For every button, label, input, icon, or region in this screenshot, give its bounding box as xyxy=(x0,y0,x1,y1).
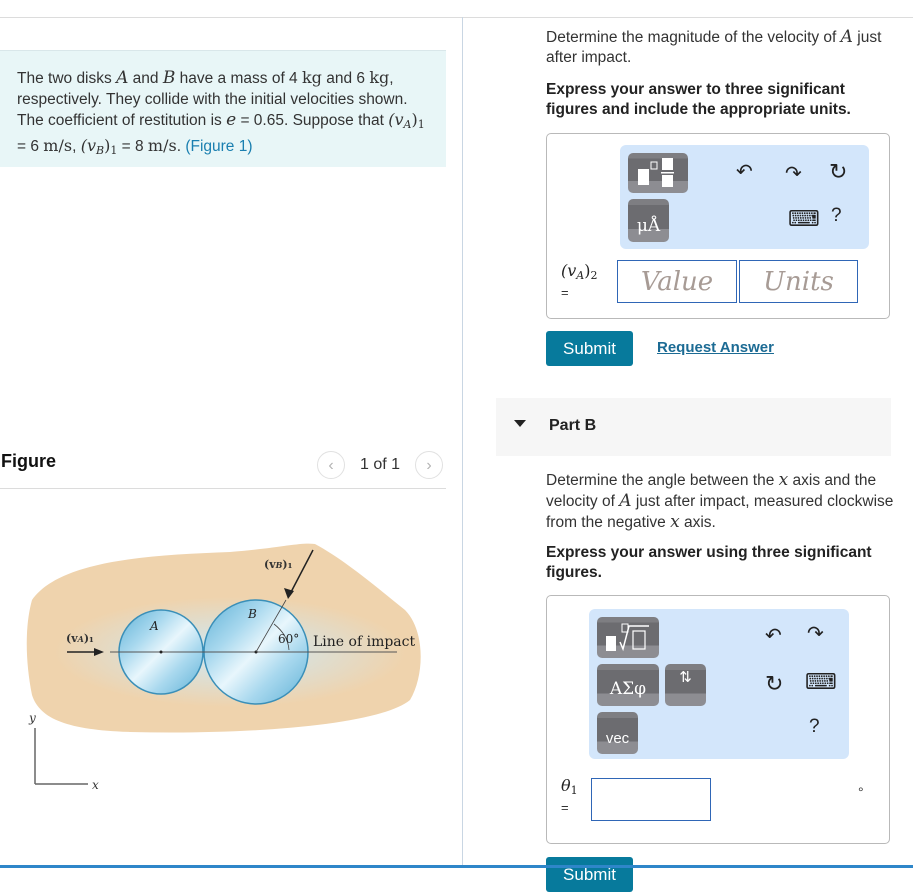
problem-text: = 6 xyxy=(17,137,44,155)
part-a-submit-button[interactable]: Submit xyxy=(546,331,633,366)
part-b-answer-box: ΑΣφ ⇅ vec ↶ ↷ ↻ ⌨ ? θ1 = ° xyxy=(546,595,890,844)
question-text: Determine the magnitude of the velocity … xyxy=(546,29,841,46)
template-button[interactable] xyxy=(597,617,659,658)
var-a: A xyxy=(116,68,129,88)
figure-link[interactable]: (Figure 1) xyxy=(185,138,252,155)
column-divider xyxy=(462,17,463,867)
var-b: B xyxy=(162,68,176,88)
problem-text: = 0.65. Suppose that xyxy=(236,112,389,129)
arrows-button[interactable]: ⇅ xyxy=(665,664,706,706)
disk-b-label: B xyxy=(247,607,257,621)
part-b-submit-button[interactable]: Submit xyxy=(546,857,633,892)
var-x: x xyxy=(670,512,680,532)
symbol-sub: 1 xyxy=(570,784,578,797)
var-a: A xyxy=(840,27,853,47)
va1-label: (vA)₁ xyxy=(66,632,94,645)
redo-icon[interactable]: ↷ xyxy=(807,621,824,646)
problem-text: have a mass of 4 xyxy=(175,70,302,87)
keyboard-icon[interactable]: ⌨ xyxy=(805,669,837,695)
greek-button[interactable]: ΑΣφ xyxy=(597,664,659,706)
x-axis-label: x xyxy=(92,778,99,792)
part-a-instruction: Express your answer to three significant… xyxy=(546,81,851,118)
vector-icon: vec xyxy=(605,729,630,747)
help-icon[interactable]: ? xyxy=(809,716,820,738)
problem-text: and 6 xyxy=(321,70,370,87)
collision-diagram: (vA)₁ (vB)₁ A B 60° Line of impact y x xyxy=(26,543,421,792)
va2-label: (vA)2 xyxy=(561,261,597,282)
help-icon[interactable]: ? xyxy=(831,205,842,227)
equals-sign: = xyxy=(561,285,569,300)
reset-icon[interactable]: ↻ xyxy=(765,671,783,697)
keyboard-icon[interactable]: ⌨ xyxy=(788,206,820,232)
part-a-question: Determine the magnitude of the velocity … xyxy=(546,27,896,68)
unit-kg: kg xyxy=(301,68,322,87)
part-b-header[interactable]: Part B xyxy=(496,398,891,456)
part-b-math-toolbar: ΑΣφ ⇅ vec ↶ ↷ ↻ ⌨ ? xyxy=(589,609,849,759)
symbol-part: (v xyxy=(388,110,404,129)
problem-text: = 8 xyxy=(117,137,148,155)
top-divider xyxy=(0,17,913,18)
symbol-sub: 1 xyxy=(417,118,425,131)
line-of-impact-label: Line of impact xyxy=(313,634,415,650)
unit-ms: m/s xyxy=(147,135,177,155)
vb1-label: (vB)₁ xyxy=(264,558,293,571)
undo-icon[interactable]: ↶ xyxy=(736,159,753,184)
equals-sign: = xyxy=(561,800,569,815)
question-text: axis. xyxy=(679,514,716,531)
units-button[interactable]: μÅ xyxy=(628,199,669,242)
va1-symbol: (vA)1 xyxy=(388,110,425,131)
undo-icon[interactable]: ↶ xyxy=(765,623,782,648)
units-input[interactable]: Units xyxy=(739,260,858,303)
part-a-answer-box: μÅ ↶ ↷ ↻ ⌨ ? (vA)2 = Value Units xyxy=(546,133,890,319)
units-icon: μÅ xyxy=(636,215,661,236)
theta1-label: θ1 xyxy=(561,776,578,797)
part-b-title: Part B xyxy=(549,417,597,434)
figure-title: Figure xyxy=(1,451,57,471)
arrows-icon: ⇅ xyxy=(679,669,692,686)
value-input[interactable]: Value xyxy=(617,260,737,303)
symbol-sub: B xyxy=(95,143,105,157)
disk-a-label: A xyxy=(149,619,159,633)
template-button[interactable] xyxy=(628,153,688,193)
figure-pager-text: 1 of 1 xyxy=(360,456,401,473)
unit-kg: kg xyxy=(369,68,390,87)
request-answer-link[interactable]: Request Answer xyxy=(657,339,774,356)
symbol-sub: 2 xyxy=(590,269,598,282)
next-figure-button[interactable]: › xyxy=(415,451,443,479)
var-x: x xyxy=(778,470,789,490)
symbol-part: (v xyxy=(80,135,96,155)
var-a: A xyxy=(619,491,632,511)
vb1-symbol: (vB)1 xyxy=(80,135,118,157)
vector-button[interactable]: vec xyxy=(597,712,638,754)
problem-statement: The two disks A and B have a mass of 4 k… xyxy=(0,50,446,167)
reset-icon[interactable]: ↻ xyxy=(829,159,847,185)
angle-input[interactable] xyxy=(591,778,711,821)
redo-icon[interactable]: ↷ xyxy=(785,161,802,186)
symbol-part: (v xyxy=(561,261,577,280)
previous-figure-button[interactable]: ‹ xyxy=(317,451,345,479)
problem-text: , xyxy=(72,137,81,155)
part-a-math-toolbar: μÅ ↶ ↷ ↻ ⌨ ? xyxy=(620,145,869,249)
symbol-part: θ xyxy=(561,776,571,795)
part-b-question: Determine the angle between the x axis a… xyxy=(546,470,896,533)
caret-down-icon xyxy=(514,420,526,427)
unit-ms: m/s xyxy=(43,135,73,155)
root-template-icon xyxy=(606,623,649,651)
greek-icon: ΑΣφ xyxy=(609,679,647,699)
var-e: e xyxy=(226,110,237,130)
figure-header: Figure ‹ 1 of 1 › xyxy=(0,446,446,489)
angle-label: 60° xyxy=(278,632,299,646)
y-axis-label: y xyxy=(28,711,36,725)
degree-unit: ° xyxy=(858,784,864,800)
chevron-left-icon: ‹ xyxy=(328,457,334,474)
chevron-right-icon: › xyxy=(426,457,432,474)
fraction-template-icon xyxy=(638,158,674,187)
center-a xyxy=(159,650,163,654)
problem-text: The two disks xyxy=(17,70,117,87)
problem-text: and xyxy=(128,70,163,87)
question-text: Determine the angle between the xyxy=(546,472,779,489)
part-b-instruction: Express your answer using three signific… xyxy=(546,544,872,581)
